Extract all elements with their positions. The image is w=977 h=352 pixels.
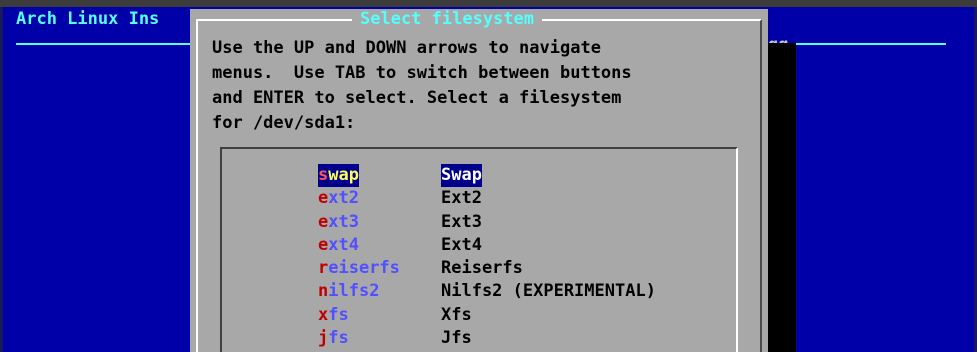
menu-item-tag: reiserfs xyxy=(318,257,400,280)
tag-rest: ilfs2 xyxy=(328,281,380,302)
menu-item-jfs[interactable]: jfs Jfs xyxy=(318,327,472,350)
tag-rest: wap xyxy=(328,165,359,185)
menu-item-label: Jfs xyxy=(441,328,472,349)
top-strip xyxy=(0,0,977,7)
menu-item-label: Xfs xyxy=(441,304,472,325)
tag-rest: fs xyxy=(328,328,349,349)
terminal-screen: Arch Linux Ins qq Select filesystem Use … xyxy=(0,0,977,352)
menu-item-label: Reiserfs xyxy=(441,258,523,279)
menu-item-tag: ext2 xyxy=(318,187,359,210)
backtitle: Arch Linux Ins xyxy=(16,9,160,29)
instruction-line: Use the UP and DOWN arrows to navigate xyxy=(212,38,601,58)
menu-item-tag: jfs xyxy=(318,327,349,350)
menu-item-ext4[interactable]: ext4 Ext4 xyxy=(318,234,482,257)
menu-item-ext3[interactable]: ext3 Ext3 xyxy=(318,211,482,234)
filesystem-menu-list: swap Swap ext2 Ext2 ext3 Ext3 ext4 Ext4 … xyxy=(318,164,656,350)
dialog-shadow xyxy=(768,43,796,352)
hotkey-letter: e xyxy=(318,234,329,255)
menu-item-label: Ext2 xyxy=(441,188,482,209)
backtitle-rule-left xyxy=(16,43,190,45)
menu-item-tag: swap xyxy=(318,164,359,188)
hotkey-letter: j xyxy=(318,328,329,349)
tag-rest: xt3 xyxy=(328,211,359,232)
hotkey-letter: r xyxy=(318,258,329,279)
screen-left-edge xyxy=(0,7,3,352)
instruction-line: for /dev/sda1: xyxy=(212,113,356,133)
tag-rest: fs xyxy=(328,304,349,325)
menu-item-ext2[interactable]: ext2 Ext2 xyxy=(318,187,482,210)
menu-item-reiserfs[interactable]: reiserfs Reiserfs xyxy=(318,257,523,280)
backtitle-rule-right xyxy=(796,43,946,45)
menu-item-label: Ext3 xyxy=(441,211,482,232)
menu-item-tag: ext4 xyxy=(318,234,359,257)
dialog-instructions: Use the UP and DOWN arrows to navigate m… xyxy=(212,36,632,136)
hotkey-letter: x xyxy=(318,304,329,325)
menu-item-tag: nilfs2 xyxy=(318,280,379,303)
hotkey-letter: n xyxy=(318,281,329,302)
menu-item-tag: ext3 xyxy=(318,211,359,234)
tag-rest: xt4 xyxy=(328,234,359,255)
select-filesystem-dialog: Select filesystem Use the UP and DOWN ar… xyxy=(190,9,768,352)
filesystem-menu-box: swap Swap ext2 Ext2 ext3 Ext3 ext4 Ext4 … xyxy=(220,147,738,352)
instruction-line: menus. Use TAB to switch between buttons xyxy=(212,63,632,83)
tag-rest: eiserfs xyxy=(328,258,400,279)
menu-item-label: Swap xyxy=(441,164,482,188)
hotkey-letter: e xyxy=(318,188,329,209)
menu-item-xfs[interactable]: xfs Xfs xyxy=(318,304,472,327)
menu-item-swap[interactable]: swap Swap xyxy=(318,164,482,188)
menu-item-tag: xfs xyxy=(318,304,349,327)
dialog-title: Select filesystem xyxy=(352,9,542,29)
menu-item-label: Nilfs2 (EXPERIMENTAL) xyxy=(441,281,656,302)
hotkey-letter: s xyxy=(318,165,329,185)
tag-rest: xt2 xyxy=(328,188,359,209)
instruction-line: and ENTER to select. Select a filesystem xyxy=(212,88,622,108)
menu-item-nilfs2[interactable]: nilfs2 Nilfs2 (EXPERIMENTAL) xyxy=(318,280,656,303)
menu-item-label: Ext4 xyxy=(441,234,482,255)
hotkey-letter: e xyxy=(318,211,329,232)
